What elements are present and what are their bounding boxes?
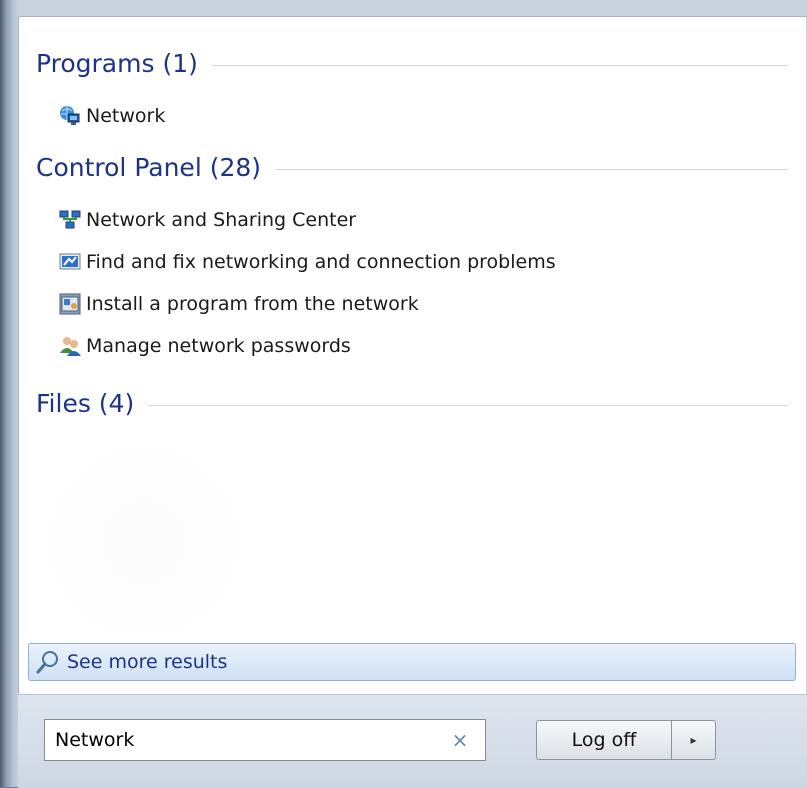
see-more-results-label: See more results: [67, 651, 228, 673]
result-item-label: Find and fix networking and connection p…: [86, 251, 556, 273]
search-box[interactable]: ×: [44, 719, 486, 761]
see-more-results-button[interactable]: See more results: [28, 643, 796, 681]
result-item-network-sharing-center[interactable]: Network and Sharing Center: [59, 205, 356, 235]
group-header-control-panel[interactable]: Control Panel (28): [36, 153, 788, 182]
result-item-manage-passwords[interactable]: Manage network passwords: [59, 331, 351, 361]
group-title-programs: Programs (1): [36, 49, 198, 78]
result-item-label: Manage network passwords: [86, 335, 351, 357]
install-program-icon: [59, 293, 81, 315]
start-menu-footer: × Log off ▸: [18, 694, 807, 788]
files-results-area: [39, 437, 249, 647]
log-off-label: Log off: [571, 729, 637, 751]
group-title-control-panel: Control Panel (28): [36, 153, 262, 182]
group-header-programs[interactable]: Programs (1): [36, 49, 788, 78]
result-item-label: Install a program from the network: [86, 293, 419, 315]
result-item-find-fix-networking[interactable]: Find and fix networking and connection p…: [59, 247, 556, 277]
result-item-network[interactable]: Network: [59, 101, 165, 131]
result-item-label: Network and Sharing Center: [86, 209, 357, 231]
group-title-files: Files (4): [36, 389, 135, 418]
power-button-group: Log off ▸: [536, 720, 716, 760]
group-header-files[interactable]: Files (4): [36, 389, 788, 418]
power-options-arrow-button[interactable]: ▸: [672, 720, 716, 760]
search-results-panel: Programs (1) Network Control Panel (28) …: [18, 16, 806, 697]
users-icon: [60, 337, 81, 356]
log-off-button[interactable]: Log off: [536, 720, 672, 760]
group-divider: [148, 405, 788, 406]
chevron-right-icon: ▸: [690, 733, 697, 747]
network-center-icon: [59, 210, 81, 229]
troubleshoot-icon: [59, 253, 81, 270]
group-divider: [275, 169, 788, 170]
search-input[interactable]: [45, 728, 445, 752]
clear-search-icon[interactable]: ×: [445, 728, 475, 752]
result-item-label: Network: [86, 105, 166, 127]
network-globe-icon: [60, 106, 80, 125]
magnifier-icon: [36, 651, 58, 674]
group-divider: [211, 65, 788, 66]
result-item-install-program[interactable]: Install a program from the network: [59, 289, 419, 319]
